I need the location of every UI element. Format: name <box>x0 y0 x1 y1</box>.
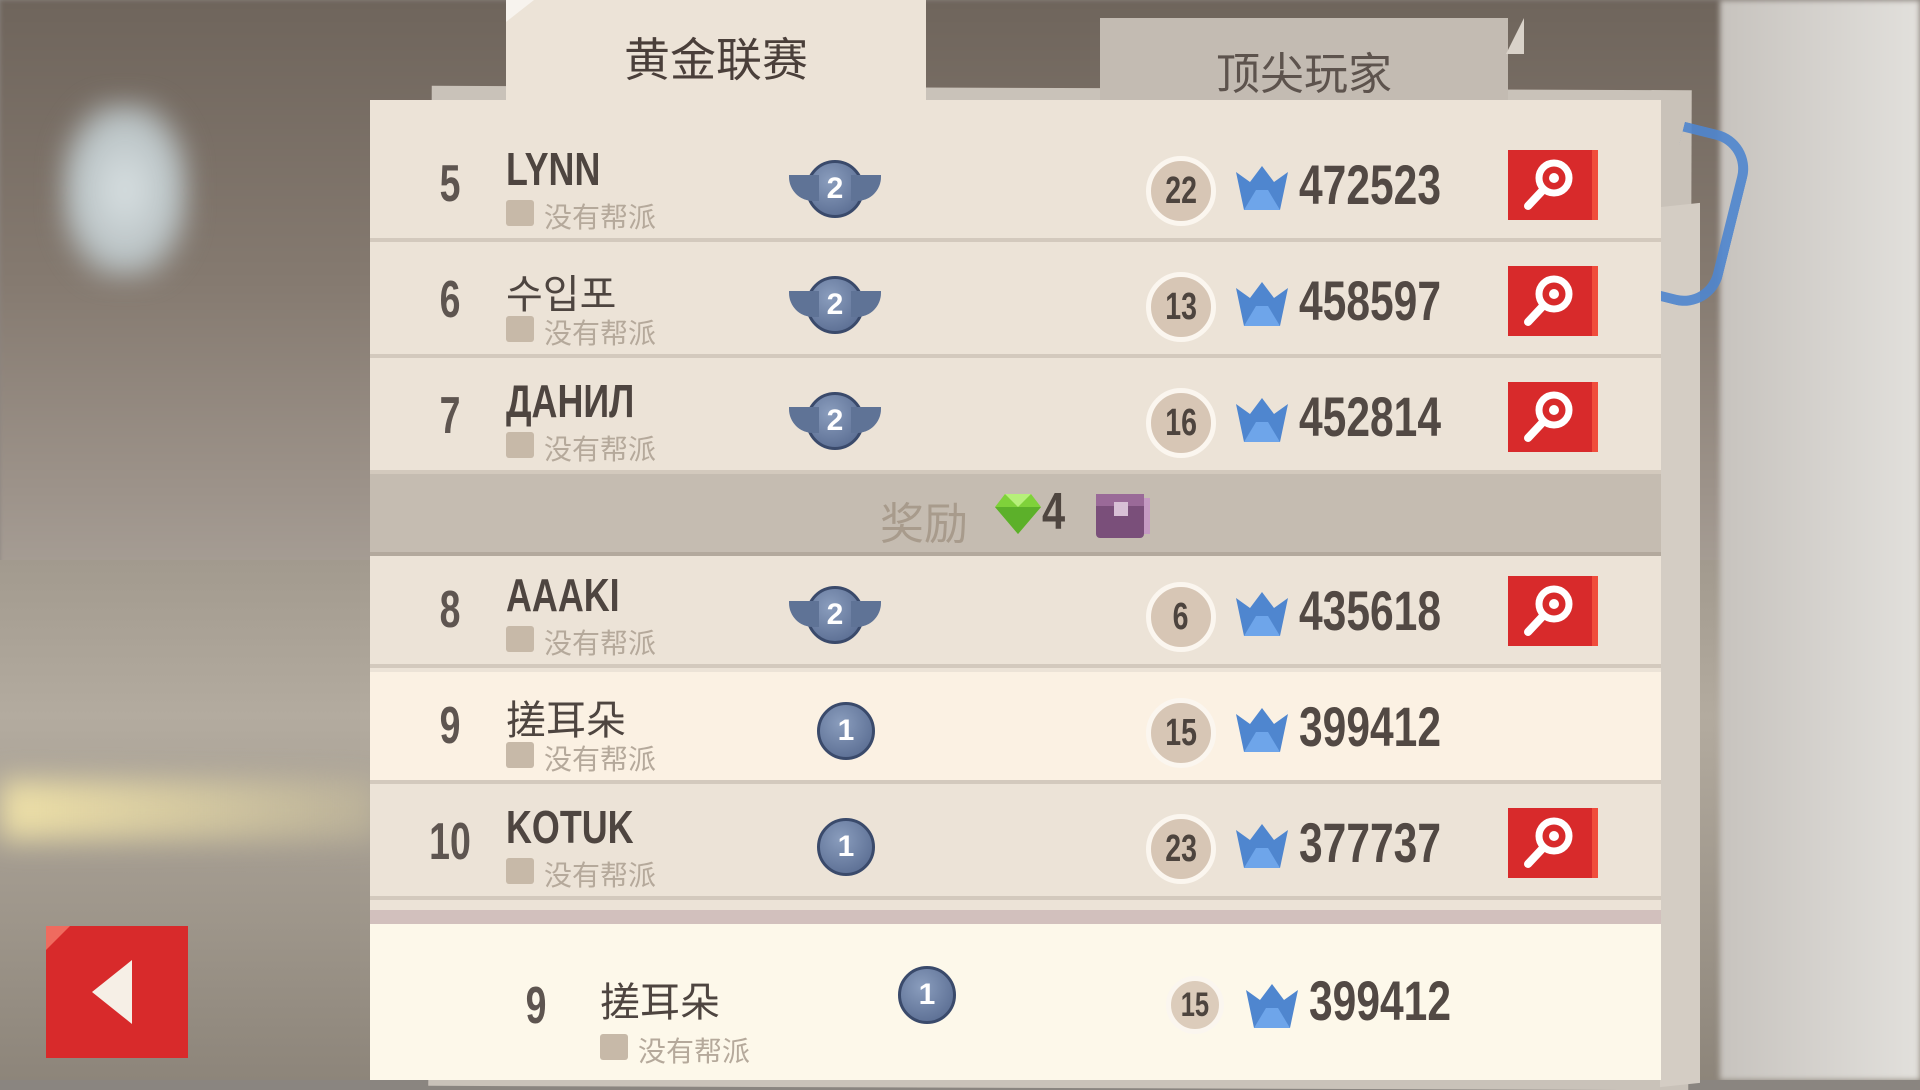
player-level-badge: 16 <box>1146 388 1216 458</box>
magnifier-icon <box>1524 391 1573 442</box>
player-level-value: 6 <box>1173 596 1189 638</box>
leaderboard-row[interactable]: 7 ДАНИЛ 没有帮派 2 16 452814 <box>370 362 1661 474</box>
league-badge-tier: 2 <box>826 172 844 205</box>
player-score: 377737 <box>1299 811 1442 874</box>
league-badge-icon: 2 <box>789 276 881 334</box>
blue-cat-trophy-icon <box>1246 984 1298 1028</box>
purple-chest-icon <box>1096 494 1150 538</box>
clan-flag-icon <box>600 1034 628 1060</box>
league-badge-icon: 2 <box>789 392 881 450</box>
player-level-value: 15 <box>1180 986 1210 1024</box>
current-player-name: 搓耳朵 <box>600 981 720 1025</box>
inspect-player-button[interactable] <box>1508 808 1592 878</box>
current-player-clan: 没有帮派 <box>638 1036 751 1067</box>
leaderboard-row[interactable]: 9 搓耳朵 没有帮派 1 15 399412 <box>370 672 1661 784</box>
player-clan: 没有帮派 <box>544 434 657 465</box>
league-badge-tier: 2 <box>826 404 844 437</box>
background-right-wall <box>1720 0 1920 1080</box>
player-level-value: 13 <box>1165 286 1197 328</box>
player-level-badge: 6 <box>1146 582 1216 652</box>
player-score: 399412 <box>1299 695 1442 758</box>
league-badge-tier: 2 <box>826 288 844 321</box>
leaderboard-row[interactable]: 8 AAAKI 没有帮派 2 6 435618 <box>370 556 1661 668</box>
reward-gem-count: 4 <box>1042 483 1066 541</box>
player-rank: 9 <box>439 697 461 755</box>
tab-top-players[interactable]: 顶尖玩家 <box>1100 18 1524 100</box>
player-rank: 10 <box>429 813 471 871</box>
player-score: 472523 <box>1299 153 1442 216</box>
clan-flag-icon <box>506 742 534 768</box>
blue-cat-trophy-icon <box>1236 398 1288 442</box>
clan-flag-icon <box>506 432 534 458</box>
player-level-badge: 23 <box>1146 814 1216 884</box>
inspect-player-button[interactable] <box>1508 382 1592 452</box>
player-level-badge: 15 <box>1146 698 1216 768</box>
player-level-value: 16 <box>1165 402 1197 444</box>
player-clan: 没有帮派 <box>544 202 657 233</box>
magnifier-icon <box>1524 817 1573 868</box>
player-name: ДАНИЛ <box>506 375 635 427</box>
inspect-player-button[interactable] <box>1508 266 1592 336</box>
player-name: AAAKI <box>506 569 620 621</box>
magnifier-icon <box>1524 275 1573 326</box>
inspect-player-button[interactable] <box>1508 576 1592 646</box>
reward-label: 奖励 <box>880 500 968 549</box>
player-rank: 6 <box>439 271 461 329</box>
magnifier-icon <box>1524 159 1573 210</box>
player-level-value: 23 <box>1165 828 1197 870</box>
player-level-value: 22 <box>1165 170 1197 212</box>
clan-flag-icon <box>506 200 534 226</box>
reward-bar: 奖励 4 <box>370 474 1661 556</box>
league-badge-tier: 1 <box>837 714 855 747</box>
player-name: LYNN <box>506 143 601 195</box>
leaderboard-row[interactable]: 6 수입포 没有帮派 2 13 458597 <box>370 246 1661 358</box>
blue-cat-trophy-icon <box>1236 708 1288 752</box>
clan-flag-icon <box>506 858 534 884</box>
league-badge-icon: 1 <box>898 966 956 1024</box>
league-badge-tier: 1 <box>918 978 936 1011</box>
current-player-rank: 9 <box>525 977 547 1035</box>
league-badge-icon: 1 <box>817 702 875 760</box>
clan-flag-icon <box>506 316 534 342</box>
player-rank: 5 <box>439 155 461 213</box>
tab-gold-league[interactable]: 黄金联赛 <box>506 0 926 112</box>
league-badge-icon: 2 <box>789 160 881 218</box>
player-rank: 7 <box>439 387 461 445</box>
league-badge-tier: 2 <box>826 598 844 631</box>
player-score: 435618 <box>1299 579 1442 642</box>
background-window <box>60 100 190 280</box>
current-player-score: 399412 <box>1309 969 1452 1032</box>
back-button[interactable] <box>46 926 188 1058</box>
player-level-value: 15 <box>1165 712 1197 754</box>
player-level-badge: 15 <box>1166 976 1224 1034</box>
blue-cat-trophy-icon <box>1236 282 1288 326</box>
list-divider <box>370 910 1661 924</box>
back-arrow-icon <box>92 960 132 1024</box>
league-badge-icon: 1 <box>817 818 875 876</box>
leaderboard-row[interactable]: 10 KOTUK 没有帮派 1 23 377737 <box>370 788 1661 900</box>
player-clan: 没有帮派 <box>544 860 657 891</box>
player-level-badge: 13 <box>1146 272 1216 342</box>
league-badge-tier: 1 <box>837 830 855 863</box>
inspect-player-button[interactable] <box>1508 150 1592 220</box>
blue-cat-trophy-icon <box>1236 166 1288 210</box>
background-road-stripe <box>0 780 380 840</box>
player-clan: 没有帮派 <box>544 318 657 349</box>
current-player-row: 9 搓耳朵 没有帮派 1 15 399412 <box>370 924 1661 1080</box>
board-side-page <box>1660 202 1700 1088</box>
clan-flag-icon <box>506 626 534 652</box>
league-badge-icon: 2 <box>789 586 881 644</box>
player-score: 458597 <box>1299 269 1442 332</box>
blue-cat-trophy-icon <box>1236 592 1288 636</box>
player-name: KOTUK <box>506 801 634 853</box>
leaderboard-row[interactable]: 5 LYNN 没有帮派 2 22 472523 <box>370 130 1661 242</box>
player-rank: 8 <box>439 581 461 639</box>
player-score: 452814 <box>1299 385 1442 448</box>
player-level-badge: 22 <box>1146 156 1216 226</box>
player-clan: 没有帮派 <box>544 744 657 775</box>
blue-cat-trophy-icon <box>1236 824 1288 868</box>
player-clan: 没有帮派 <box>544 628 657 659</box>
magnifier-icon <box>1524 585 1573 636</box>
green-gem-icon <box>995 494 1041 534</box>
